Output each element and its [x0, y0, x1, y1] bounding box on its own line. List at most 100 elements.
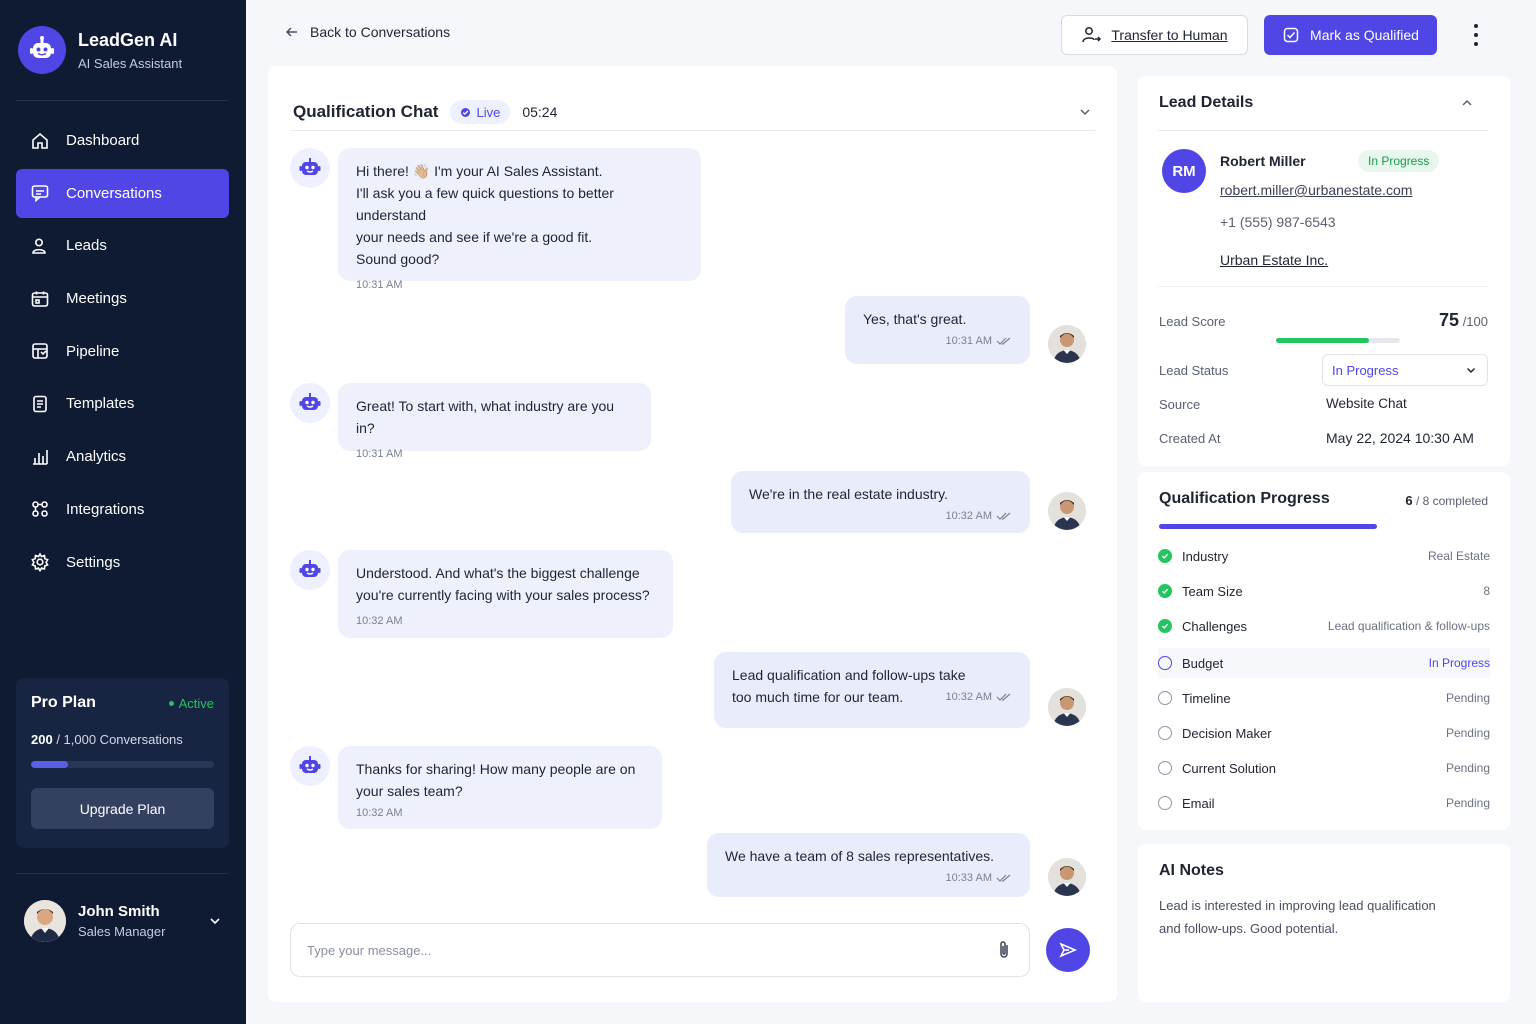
nav-item-settings[interactable]: Settings — [16, 538, 229, 587]
lead-divider — [1158, 286, 1488, 287]
message-input[interactable] — [307, 942, 995, 958]
chat-timer: 05:24 — [522, 104, 558, 120]
plan-usage: 200 / 1,000 Conversations — [31, 732, 214, 747]
plan-status-badge: Active — [168, 696, 214, 711]
qualification-item-timeline[interactable]: Timeline Pending — [1158, 683, 1490, 713]
lead-phone: +1 (555) 987-6543 — [1220, 214, 1336, 230]
nav-label: Integrations — [66, 500, 145, 518]
gear-icon — [31, 552, 49, 572]
qualification-item-email[interactable]: Email Pending — [1158, 788, 1490, 818]
lead-score: 75 /100 — [1439, 310, 1488, 331]
chat-header-divider — [290, 130, 1095, 131]
chat-panel: Qualification Chat Live 05:24 Hi there! … — [268, 66, 1117, 1002]
nav-item-pipeline[interactable]: Pipeline — [16, 327, 229, 376]
lead-score-bar — [1276, 338, 1400, 343]
qualification-item-industry[interactable]: Industry Real Estate — [1158, 541, 1490, 571]
circle-icon — [1158, 691, 1172, 705]
message-time: 10:31 AM — [356, 448, 403, 460]
qualification-item-challenges[interactable]: Challenges Lead qualification & follow-u… — [1158, 611, 1490, 641]
send-button[interactable] — [1046, 928, 1090, 972]
message-line: Hi there! 👋🏼 I'm your AI Sales Assistant… — [356, 163, 603, 179]
lead-score-fill — [1276, 338, 1369, 343]
nav-item-analytics[interactable]: Analytics — [16, 432, 229, 481]
nav-item-templates[interactable]: Templates — [16, 379, 229, 428]
ai-notes-line: and follow-ups. Good potential. — [1159, 921, 1339, 936]
qualification-item-current-solution[interactable]: Current Solution Pending — [1158, 753, 1490, 783]
chevron-down-icon[interactable] — [208, 914, 222, 928]
chevron-up-icon[interactable] — [1460, 96, 1474, 110]
chevron-down-icon[interactable] — [1078, 105, 1092, 119]
qualification-item-decision-maker[interactable]: Decision Maker Pending — [1158, 718, 1490, 748]
nav-label: Analytics — [66, 448, 127, 466]
avatar — [1048, 688, 1086, 726]
user-profile[interactable]: John Smith Sales Manager — [24, 900, 222, 942]
user-check-icon — [1283, 27, 1299, 43]
lead-company-link[interactable]: Urban Estate Inc. — [1220, 252, 1328, 268]
qualification-value: Pending — [1445, 726, 1490, 740]
message-line: We're in the real estate industry. — [749, 486, 949, 502]
bot-avatar-icon — [290, 383, 330, 423]
ai-notes-text: Lead is interested in improving lead qua… — [1159, 894, 1459, 940]
qualification-label: Email — [1182, 795, 1215, 811]
message-line: Sound good? — [356, 251, 440, 267]
lead-score-label: Lead Score — [1159, 314, 1226, 329]
bot-message: Understood. And what's the biggest chall… — [338, 550, 673, 638]
arrow-left-icon — [285, 27, 297, 37]
qualification-progress-bar — [1159, 524, 1377, 529]
avatar — [1048, 858, 1086, 896]
brand[interactable]: LeadGen AI AI Sales Assistant — [18, 26, 182, 74]
nav-item-conversations[interactable]: Conversations — [16, 168, 229, 218]
check-circle-icon — [1158, 584, 1172, 598]
qualification-item-team-size[interactable]: Team Size 8 — [1158, 576, 1490, 606]
message-time: 10:32 AM — [356, 807, 403, 819]
ai-notes-line: Lead is interested in improving lead qua… — [1159, 898, 1436, 913]
mark-as-qualified-button[interactable]: Mark as Qualified — [1264, 15, 1437, 55]
nav-item-dashboard[interactable]: Dashboard — [16, 116, 229, 165]
message-line: I'll ask you a few quick questions to be… — [356, 185, 614, 223]
ai-notes-card: AI Notes Lead is interested in improving… — [1138, 844, 1510, 1002]
paperclip-icon[interactable] — [995, 940, 1013, 960]
avatar — [1048, 325, 1086, 363]
message-meta: 10:33 AM — [725, 867, 1012, 889]
more-options-icon[interactable] — [1468, 24, 1484, 46]
circle-icon — [1158, 726, 1172, 740]
plan-used: 200 — [31, 732, 53, 747]
plan-usage-fill — [31, 761, 68, 768]
live-icon — [461, 107, 471, 117]
qualification-value: Pending — [1445, 796, 1490, 810]
qualification-value: Pending — [1445, 691, 1490, 705]
qualification-value: Lead qualification & follow-ups — [1327, 619, 1490, 633]
qualification-item-budget[interactable]: Budget In Progress — [1158, 648, 1490, 678]
qualification-value: Pending — [1445, 761, 1490, 775]
message-line: Yes, that's great. — [863, 311, 967, 327]
nav-label: Settings — [66, 553, 121, 571]
back-to-conversations-link[interactable]: Back to Conversations — [284, 24, 450, 40]
lead-email-link[interactable]: robert.miller@urbanestate.com — [1220, 182, 1412, 198]
lead-status-select[interactable]: In Progress — [1322, 354, 1488, 386]
plan-usage-bar — [31, 761, 214, 768]
users-icon — [32, 238, 46, 254]
message-line: your sales team? — [356, 783, 463, 799]
sidebar-divider — [16, 100, 228, 101]
chat-icon — [31, 185, 49, 203]
bot-avatar-icon — [290, 148, 330, 188]
qualification-value: 8 — [1483, 584, 1490, 598]
nav-item-integrations[interactable]: Integrations — [16, 485, 229, 534]
double-check-icon — [996, 693, 1011, 701]
message-time: 10:32 AM — [945, 691, 992, 703]
qualification-label: Current Solution — [1182, 760, 1276, 776]
user-transfer-icon — [1082, 27, 1102, 43]
upgrade-plan-button[interactable]: Upgrade Plan — [31, 788, 214, 829]
brand-subtitle: AI Sales Assistant — [78, 55, 183, 71]
transfer-to-human-button[interactable]: Transfer to Human — [1061, 15, 1248, 55]
qualification-value: Real Estate — [1427, 549, 1490, 563]
bot-avatar-icon — [290, 746, 330, 786]
message-line: Understood. And what's the biggest chall… — [356, 565, 640, 581]
chat-header: Qualification Chat Live 05:24 — [293, 92, 1092, 132]
brand-name: LeadGen AI — [78, 29, 178, 50]
lead-status-label: Lead Status — [1159, 363, 1229, 378]
nav-item-leads[interactable]: Leads — [16, 221, 229, 270]
nav-item-meetings[interactable]: Meetings — [16, 274, 229, 323]
nav-label: Meetings — [66, 290, 127, 308]
lead-details-title: Lead Details — [1159, 94, 1254, 111]
